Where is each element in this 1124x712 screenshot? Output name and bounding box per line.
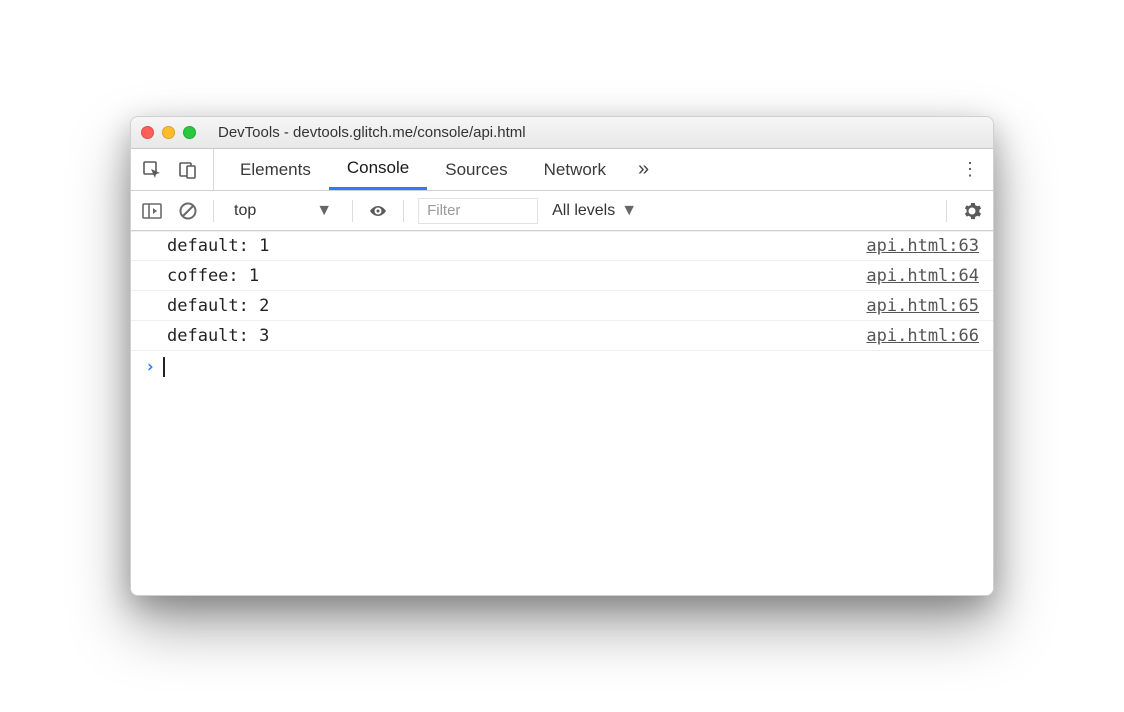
log-source-link[interactable]: api.html:64 bbox=[866, 266, 979, 286]
window-title: DevTools - devtools.glitch.me/console/ap… bbox=[218, 124, 526, 141]
console-body: default: 1 api.html:63 coffee: 1 api.htm… bbox=[131, 231, 993, 595]
log-message: default: 3 bbox=[167, 326, 269, 346]
log-row: default: 3 api.html:66 bbox=[131, 321, 993, 351]
close-button[interactable] bbox=[141, 126, 154, 139]
toolbar-right: ⋮ bbox=[953, 149, 987, 190]
clear-console-icon[interactable] bbox=[177, 200, 199, 222]
live-expression-icon[interactable] bbox=[367, 200, 389, 222]
tab-elements[interactable]: Elements bbox=[222, 149, 329, 190]
caret-down-icon: ▼ bbox=[621, 202, 637, 220]
more-options-icon[interactable]: ⋮ bbox=[959, 159, 981, 181]
caret-down-icon: ▼ bbox=[316, 202, 332, 220]
log-levels-selector[interactable]: All levels ▼ bbox=[552, 202, 637, 220]
toolbar: Elements Console Sources Network » ⋮ bbox=[131, 149, 993, 191]
console-subbar: top ▼ All levels ▼ bbox=[131, 191, 993, 231]
separator bbox=[213, 200, 214, 222]
log-message: default: 1 bbox=[167, 236, 269, 256]
tab-console[interactable]: Console bbox=[329, 149, 427, 190]
tab-network[interactable]: Network bbox=[526, 149, 624, 190]
text-cursor bbox=[163, 357, 165, 377]
levels-label: All levels bbox=[552, 202, 615, 220]
separator bbox=[403, 200, 404, 222]
log-row: default: 1 api.html:63 bbox=[131, 231, 993, 261]
console-settings-icon[interactable] bbox=[961, 200, 983, 222]
subbar-right bbox=[946, 200, 983, 222]
panel-tabs: Elements Console Sources Network bbox=[222, 149, 624, 190]
minimize-button[interactable] bbox=[162, 126, 175, 139]
tabs-overflow-button[interactable]: » bbox=[624, 149, 663, 190]
titlebar: DevTools - devtools.glitch.me/console/ap… bbox=[131, 117, 993, 149]
context-value: top bbox=[234, 202, 256, 220]
context-selector[interactable]: top ▼ bbox=[228, 200, 338, 222]
prompt-caret-icon: › bbox=[145, 357, 155, 377]
log-source-link[interactable]: api.html:63 bbox=[866, 236, 979, 256]
inspect-element-icon[interactable] bbox=[141, 159, 163, 181]
console-prompt[interactable]: › bbox=[131, 351, 993, 383]
log-message: coffee: 1 bbox=[167, 266, 259, 286]
toggle-drawer-icon[interactable] bbox=[141, 200, 163, 222]
device-toggle-icon[interactable] bbox=[177, 159, 199, 181]
devtools-window: DevTools - devtools.glitch.me/console/ap… bbox=[130, 116, 994, 596]
traffic-lights bbox=[141, 126, 196, 139]
log-message: default: 2 bbox=[167, 296, 269, 316]
tab-sources[interactable]: Sources bbox=[427, 149, 525, 190]
filter-input[interactable] bbox=[418, 198, 538, 224]
maximize-button[interactable] bbox=[183, 126, 196, 139]
separator bbox=[946, 200, 947, 222]
log-source-link[interactable]: api.html:66 bbox=[866, 326, 979, 346]
log-source-link[interactable]: api.html:65 bbox=[866, 296, 979, 316]
toolbar-left bbox=[141, 149, 214, 190]
separator bbox=[352, 200, 353, 222]
log-row: default: 2 api.html:65 bbox=[131, 291, 993, 321]
log-row: coffee: 1 api.html:64 bbox=[131, 261, 993, 291]
